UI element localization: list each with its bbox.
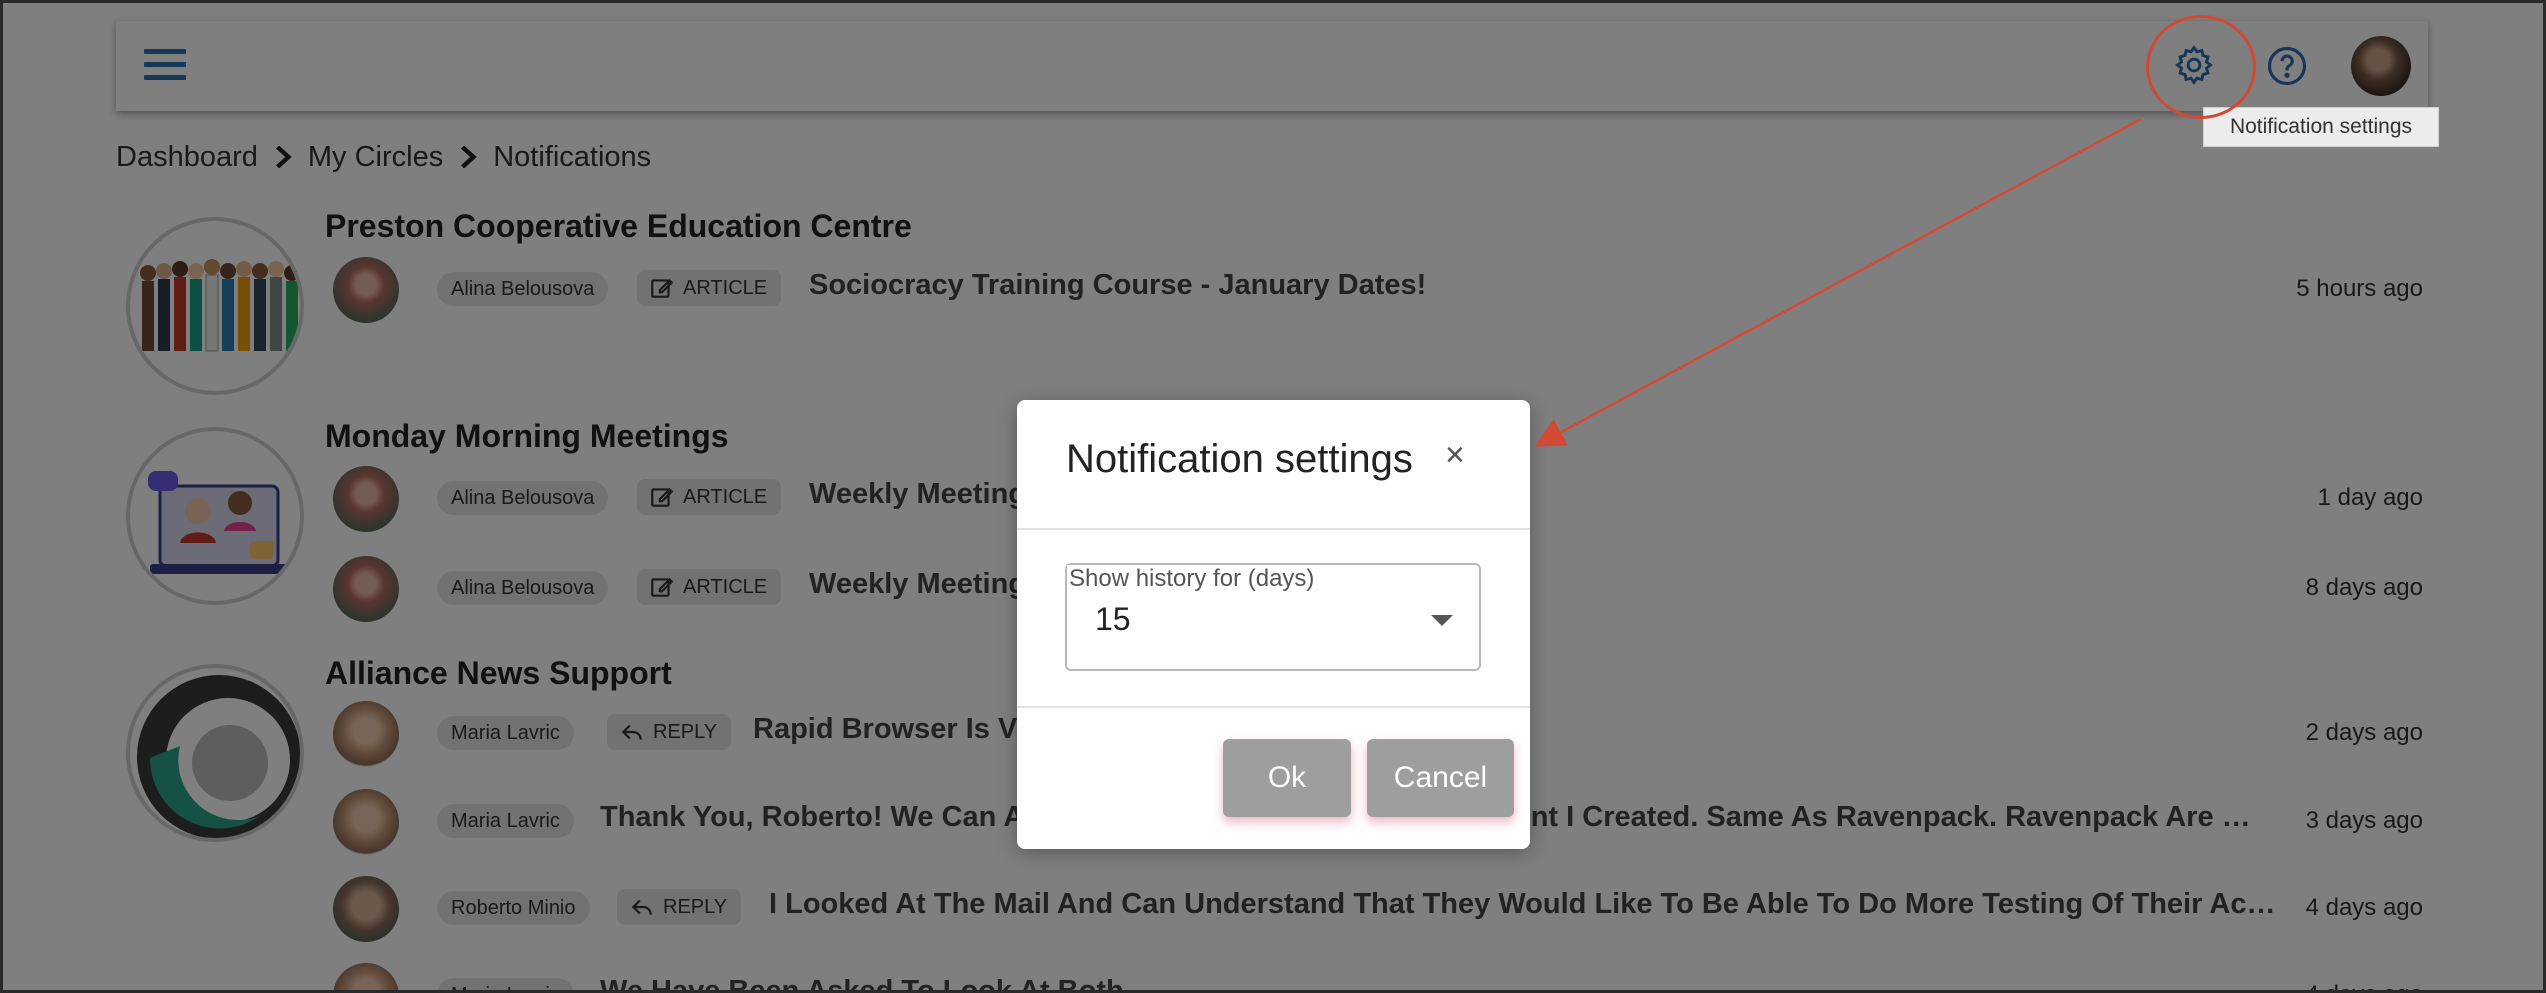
cancel-button[interactable]: Cancel: [1367, 739, 1514, 817]
notification-settings-dialog: Notification settings × Show history for…: [1017, 400, 1530, 849]
history-days-select[interactable]: Show history for (days) 15: [1065, 563, 1481, 671]
select-label: Show history for (days): [1067, 565, 1317, 593]
dialog-title: Notification settings: [1066, 437, 1413, 481]
divider: [1017, 706, 1530, 708]
divider: [1017, 528, 1530, 530]
select-value: 15: [1095, 601, 1131, 637]
app-window: Dashboard My Circles Notifications Prest…: [0, 0, 2546, 993]
settings-tooltip: Notification settings: [2203, 107, 2439, 147]
close-icon[interactable]: ×: [1445, 438, 1465, 472]
ok-button[interactable]: Ok: [1223, 739, 1351, 817]
caret-down-icon: [1431, 615, 1453, 626]
annotation-circle: [2146, 15, 2256, 119]
